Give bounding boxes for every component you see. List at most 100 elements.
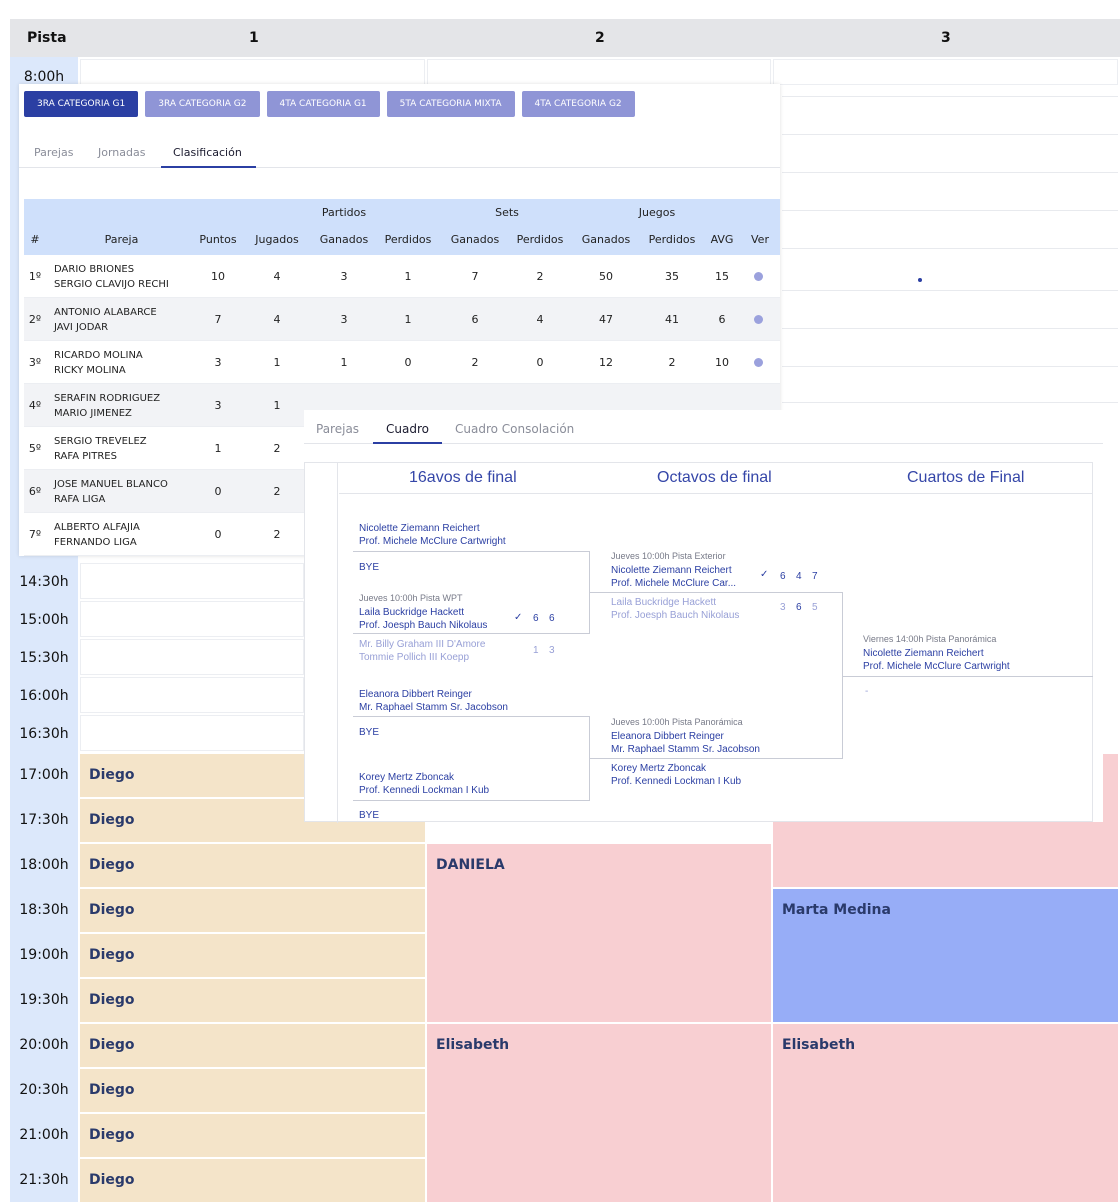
- view-icon[interactable]: [754, 358, 763, 367]
- col-header: Ver: [751, 233, 769, 246]
- player-name: Mr. Raphael Stamm Sr. Jacobson: [359, 702, 508, 713]
- view-icon[interactable]: [754, 315, 763, 324]
- empty-slot[interactable]: [80, 715, 304, 751]
- col-header: Ganados: [450, 233, 500, 246]
- winner-check-icon: ✓: [760, 569, 769, 580]
- booking-name: Diego: [89, 767, 135, 783]
- col-header: #: [30, 233, 40, 246]
- cell-sets-perdidos: 0: [536, 356, 544, 369]
- empty-slot[interactable]: [773, 59, 1118, 85]
- booking-slot[interactable]: Diego: [80, 1069, 425, 1112]
- court-2-header: 2: [595, 30, 605, 46]
- set-score: 3: [780, 602, 786, 613]
- booking-slot[interactable]: Diego: [80, 934, 425, 977]
- schedule-header: Pista 1 2 3: [10, 19, 1120, 57]
- tab-parejas[interactable]: Parejas: [316, 422, 359, 436]
- empty-slot[interactable]: [427, 59, 771, 85]
- cell-partidos-perdidos: 1: [404, 313, 412, 326]
- standings-tabs: Parejas Jornadas Clasificación: [19, 142, 780, 168]
- bracket-gutter: [305, 463, 338, 823]
- tab-clasificacion[interactable]: Clasificación: [173, 146, 242, 159]
- table-row: 2º ANTONIO ALABARCE JAVI JODAR 7 4 3 1 6 …: [24, 298, 780, 341]
- booking-name: Diego: [89, 812, 135, 828]
- player-name: Tommie Pollich III Koepp: [359, 652, 470, 663]
- booking-name: Elisabeth: [436, 1037, 510, 1053]
- tab-jornadas[interactable]: Jornadas: [98, 146, 145, 159]
- booking-slot[interactable]: Diego: [80, 1114, 425, 1157]
- booking-slot-elisabeth[interactable]: Elisabeth: [427, 1024, 771, 1202]
- table-row: 3º RICARDO MOLINA RICKY MOLINA 3 1 1 0 2 …: [24, 341, 780, 384]
- bye-label: BYE: [359, 810, 380, 821]
- cell-jugados: 1: [273, 399, 281, 412]
- bracket-line: [353, 633, 590, 634]
- booking-name: Diego: [89, 857, 135, 873]
- cell-avg: 15: [715, 270, 729, 283]
- booking-slot[interactable]: Diego: [80, 1024, 425, 1067]
- category-button[interactable]: 5TA CATEGORIA MIXTA: [386, 91, 515, 117]
- time-label: 18:00h: [19, 857, 69, 873]
- col-header: Pareja: [104, 233, 139, 246]
- time-label: 17:30h: [19, 812, 69, 828]
- pair-names: SERGIO TREVELEZ RAFA PITRES: [54, 434, 147, 464]
- empty-slot[interactable]: [80, 601, 304, 637]
- match-info: Viernes 14:00h Pista Panorámica: [863, 634, 997, 644]
- category-button[interactable]: 4TA CATEGORIA G2: [521, 91, 635, 117]
- booking-slot[interactable]: Diego: [80, 844, 425, 887]
- booking-name: Marta Medina: [782, 902, 891, 918]
- match-info: Jueves 10:00h Pista Exterior: [611, 551, 726, 561]
- cell-partidos-perdidos: 1: [404, 270, 412, 283]
- cell-jugados: 2: [273, 485, 281, 498]
- booking-slot[interactable]: Diego: [80, 1159, 425, 1202]
- booking-slot[interactable]: Diego: [80, 979, 425, 1022]
- player-name: Korey Mertz Zboncak: [359, 772, 455, 783]
- empty-slot[interactable]: [80, 639, 304, 675]
- set-score: 6: [780, 571, 786, 582]
- booking-name: Diego: [89, 1127, 135, 1143]
- row-position: 1º: [28, 270, 42, 283]
- empty-slot[interactable]: [80, 59, 425, 85]
- booking-name: Diego: [89, 992, 135, 1008]
- booking-name: Diego: [89, 1082, 135, 1098]
- pair-names: SERAFIN RODRIGUEZ MARIO JIMENEZ: [54, 391, 160, 421]
- cell-partidos-perdidos: 0: [404, 356, 412, 369]
- slot-divider: [782, 96, 1118, 97]
- category-button[interactable]: 3RA CATEGORIA G2: [145, 91, 260, 117]
- time-label: 21:00h: [19, 1127, 69, 1143]
- booking-slot-daniela[interactable]: DANIELA: [427, 844, 771, 1022]
- category-button[interactable]: 4TA CATEGORIA G1: [266, 91, 380, 117]
- col-header: Puntos: [199, 233, 237, 246]
- set-score: 5: [812, 602, 818, 613]
- bracket-line: [353, 551, 590, 552]
- match-info: Jueves 10:00h Pista Panorámica: [611, 717, 743, 727]
- pair-names: ANTONIO ALABARCE JAVI JODAR: [54, 305, 157, 335]
- player-name: Laila Buckridge Hackett: [359, 607, 465, 618]
- tab-cuadro-consolacion[interactable]: Cuadro Consolación: [455, 422, 574, 436]
- bracket-line: [590, 592, 842, 593]
- row-position: 4º: [28, 399, 42, 412]
- booking-slot-marta-medina[interactable]: Marta Medina: [773, 889, 1118, 1022]
- cell-puntos: 7: [214, 313, 222, 326]
- player-name: ALBERTO ALFAJIA: [54, 522, 140, 533]
- player-name: SERAFIN RODRIGUEZ: [54, 393, 161, 404]
- player-name: Prof. Joesph Bauch Nikolaus: [359, 620, 488, 631]
- bracket-line: [590, 758, 843, 759]
- booking-slot[interactable]: Diego: [80, 889, 425, 932]
- cell-sets-perdidos: 4: [536, 313, 544, 326]
- tab-parejas[interactable]: Parejas: [34, 146, 73, 159]
- view-icon[interactable]: [754, 272, 763, 281]
- booking-slot-elisabeth[interactable]: Elisabeth: [773, 1024, 1118, 1202]
- category-button[interactable]: 3RA CATEGORIA G1: [24, 91, 139, 117]
- col-header: Ganados: [581, 233, 631, 246]
- tab-cuadro[interactable]: Cuadro: [386, 422, 429, 436]
- col-header: Perdidos: [384, 233, 432, 246]
- cell-jugados: 4: [273, 270, 281, 283]
- cell-juegos-ganados: 12: [599, 356, 613, 369]
- cell-partidos-ganados: 1: [340, 356, 348, 369]
- bracket-line: [842, 592, 843, 676]
- player-name: Mr. Raphael Stamm Sr. Jacobson: [611, 744, 760, 755]
- player-name: SERGIO CLAVIJO RECHI: [54, 279, 169, 290]
- empty-slot[interactable]: [80, 563, 304, 599]
- player-name: Laila Buckridge Hackett: [611, 597, 717, 608]
- time-label: 14:30h: [19, 574, 69, 590]
- empty-slot[interactable]: [80, 677, 304, 713]
